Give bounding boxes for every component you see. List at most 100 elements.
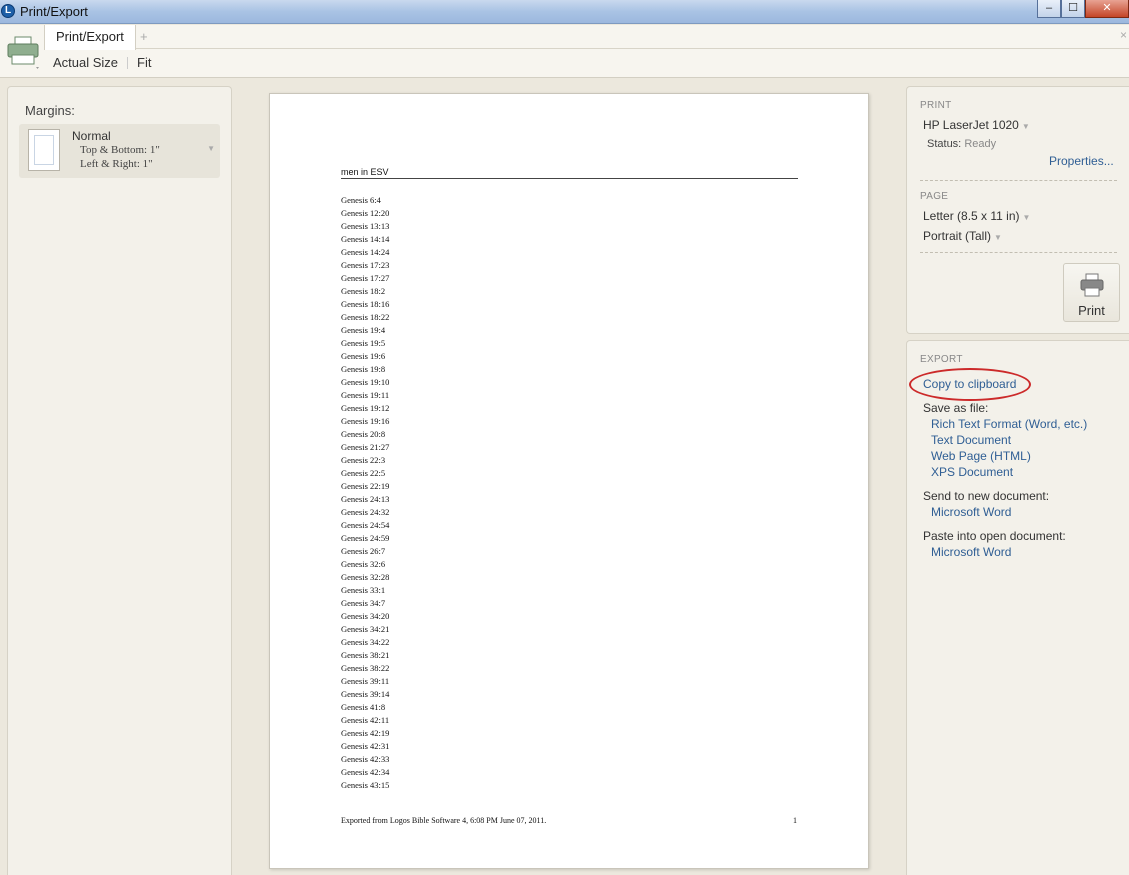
verse-reference: Genesis 42:33 xyxy=(341,754,390,764)
toolbar: Print/Export + × Actual Size Fit xyxy=(0,25,1129,78)
verse-reference: Genesis 19:16 xyxy=(341,416,390,426)
orientation-value: Portrait (Tall) xyxy=(923,229,992,243)
export-rtf-link[interactable]: Rich Text Format (Word, etc.) xyxy=(931,417,1087,431)
margin-left-right: Left & Right: 1" xyxy=(80,158,153,170)
paste-into-word-link[interactable]: Microsoft Word xyxy=(931,545,1011,559)
print-button[interactable]: Print xyxy=(1063,263,1120,322)
save-as-file-label: Save as file: xyxy=(923,401,989,415)
verse-reference: Genesis 38:21 xyxy=(341,650,390,660)
margin-top-bottom: Top & Bottom: 1" xyxy=(80,144,160,156)
verse-reference: Genesis 17:27 xyxy=(341,273,390,283)
verse-reference: Genesis 42:19 xyxy=(341,728,390,738)
verse-reference: Genesis 39:14 xyxy=(341,689,390,699)
document-footer: Exported from Logos Bible Software 4, 6:… xyxy=(341,816,547,825)
verse-reference: Genesis 19:8 xyxy=(341,364,386,374)
logos-app-icon[interactable]: L xyxy=(1,4,15,18)
chevron-down-icon: ▼ xyxy=(207,144,215,153)
printer-icon[interactable] xyxy=(4,29,42,73)
verse-reference: Genesis 14:14 xyxy=(341,234,390,244)
verse-reference: Genesis 20:8 xyxy=(341,429,386,439)
verse-reference: Genesis 18:2 xyxy=(341,286,386,296)
close-button[interactable]: ✕ xyxy=(1085,0,1129,18)
chevron-down-icon: ▼ xyxy=(1021,122,1030,131)
verse-reference: Genesis 18:22 xyxy=(341,312,390,322)
document-title: men in ESV xyxy=(341,167,389,177)
page-preview: men in ESV Genesis 6:4 Genesis 12:20 Genes… xyxy=(269,93,869,869)
printer-name: HP LaserJet 1020 xyxy=(923,118,1019,132)
verse-list: Genesis 6:4 Genesis 12:20 Genesis 13:13 Gen… xyxy=(341,194,389,792)
export-text-link[interactable]: Text Document xyxy=(931,433,1011,447)
verse-reference: Genesis 32:6 xyxy=(341,559,386,569)
print-panel: PRINT HP LaserJet 1020 ▼ Status: Ready Pr… xyxy=(906,86,1129,334)
verse-reference: Genesis 12:20 xyxy=(341,208,390,218)
paste-into-open-document-label: Paste into open document: xyxy=(923,529,1066,543)
page-margin-icon xyxy=(28,129,60,171)
view-tools: Actual Size Fit xyxy=(53,55,152,70)
export-section-header: EXPORT xyxy=(920,354,963,365)
margin-preset-name: Normal xyxy=(72,129,111,143)
verse-reference: Genesis 14:24 xyxy=(341,247,390,257)
maximize-button[interactable]: ☐ xyxy=(1061,0,1085,18)
printer-dropdown[interactable]: HP LaserJet 1020 ▼ xyxy=(923,118,1030,132)
export-panel: EXPORT Copy to clipboard Save as file: R… xyxy=(906,340,1129,875)
minimize-button[interactable]: – xyxy=(1037,0,1061,18)
export-html-link[interactable]: Web Page (HTML) xyxy=(931,449,1031,463)
margins-label: Margins: xyxy=(25,103,75,118)
window-title: Print/Export xyxy=(20,4,88,19)
verse-reference: Genesis 34:7 xyxy=(341,598,386,608)
divider xyxy=(127,56,129,69)
printer-status: Status: Ready xyxy=(927,138,996,150)
print-section-header: PRINT xyxy=(920,100,952,111)
printer-icon xyxy=(1080,273,1104,297)
verse-reference: Genesis 24:54 xyxy=(341,520,390,530)
verse-reference: Genesis 42:34 xyxy=(341,767,390,777)
verse-reference: Genesis 19:5 xyxy=(341,338,386,348)
page-section-header: PAGE xyxy=(920,191,949,202)
send-to-word-link[interactable]: Microsoft Word xyxy=(931,505,1011,519)
actual-size-button[interactable]: Actual Size xyxy=(53,55,118,70)
close-tab-icon[interactable]: × xyxy=(1120,28,1127,42)
verse-reference: Genesis 26:7 xyxy=(341,546,386,556)
verse-reference: Genesis 42:31 xyxy=(341,741,390,751)
verse-reference: Genesis 33:1 xyxy=(341,585,386,595)
status-value: Ready xyxy=(964,138,997,150)
paper-size-value: Letter (8.5 x 11 in) xyxy=(923,209,1020,223)
verse-reference: Genesis 24:13 xyxy=(341,494,390,504)
verse-reference: Genesis 21:27 xyxy=(341,442,390,452)
verse-reference: Genesis 13:13 xyxy=(341,221,390,231)
send-to-new-document-label: Send to new document: xyxy=(923,489,1050,503)
title-bar: L Print/Export – ☐ ✕ xyxy=(0,0,1129,24)
verse-reference: Genesis 19:11 xyxy=(341,390,390,400)
divider xyxy=(920,252,1117,253)
window-controls: – ☐ ✕ xyxy=(1037,0,1129,18)
fit-button[interactable]: Fit xyxy=(137,55,151,70)
verse-reference: Genesis 18:16 xyxy=(341,299,390,309)
copy-to-clipboard-link[interactable]: Copy to clipboard xyxy=(923,377,1016,391)
title-rule xyxy=(341,178,798,179)
tab-strip: Print/Export + × xyxy=(44,25,1129,50)
status-label: Status: xyxy=(927,138,962,150)
verse-reference: Genesis 39:11 xyxy=(341,676,390,686)
print-button-label: Print xyxy=(1078,303,1105,318)
chevron-down-icon: ▼ xyxy=(1022,213,1031,222)
verse-reference: Genesis 24:32 xyxy=(341,507,390,517)
tab-print-export[interactable]: Print/Export xyxy=(44,25,136,50)
verse-reference: Genesis 22:5 xyxy=(341,468,386,478)
verse-reference: Genesis 19:4 xyxy=(341,325,386,335)
add-tab-button[interactable]: + xyxy=(140,29,148,44)
page-number: 1 xyxy=(793,816,797,825)
verse-reference: Genesis 42:11 xyxy=(341,715,390,725)
properties-link[interactable]: Properties... xyxy=(1049,154,1114,168)
verse-reference: Genesis 6:4 xyxy=(341,195,381,205)
paper-size-dropdown[interactable]: Letter (8.5 x 11 in) ▼ xyxy=(923,209,1030,223)
chevron-down-icon: ▼ xyxy=(994,233,1002,242)
verse-reference: Genesis 34:22 xyxy=(341,637,390,647)
verse-reference: Genesis 24:59 xyxy=(341,533,390,543)
margins-dropdown[interactable]: Normal Top & Bottom: 1" Left & Right: 1"… xyxy=(19,124,220,178)
orientation-dropdown[interactable]: Portrait (Tall) ▼ xyxy=(923,229,1002,243)
verse-reference: Genesis 38:22 xyxy=(341,663,390,673)
verse-reference: Genesis 19:10 xyxy=(341,377,390,387)
verse-reference: Genesis 17:23 xyxy=(341,260,390,270)
divider xyxy=(920,180,1117,181)
export-xps-link[interactable]: XPS Document xyxy=(931,465,1013,479)
